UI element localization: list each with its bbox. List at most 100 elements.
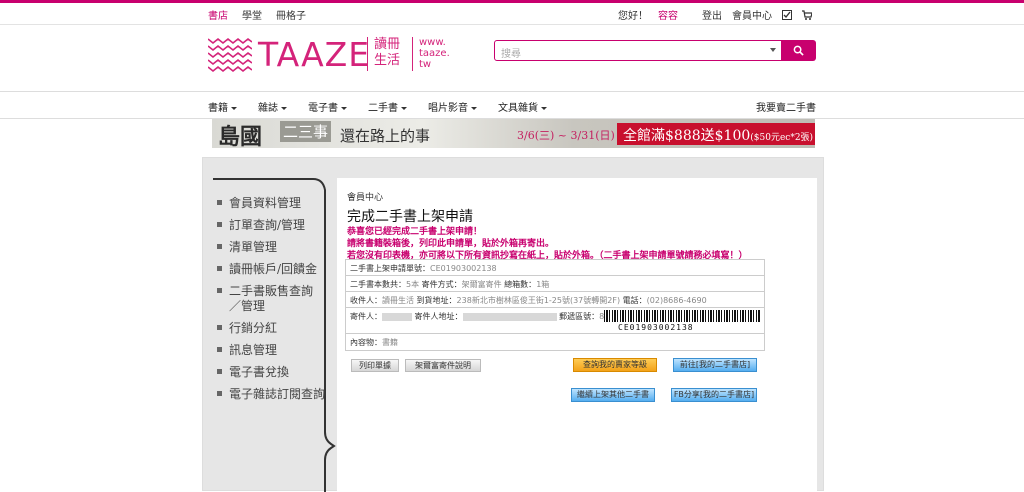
delivery-address-value: 238新北市樹林區俊王街1-25號(37號轉開2F): [456, 296, 621, 305]
username-link[interactable]: 容容: [658, 7, 678, 22]
search-button[interactable]: [782, 40, 816, 61]
search-dropdown-caret-icon[interactable]: [770, 48, 776, 52]
book-count-value: 5本: [406, 280, 420, 289]
nav-music-video-label: 唱片影音: [428, 103, 468, 114]
chevron-down-icon: [471, 106, 477, 110]
table-row: 收件人：讀冊生活 到貨地址：238新北市樹林區俊王街1-25號(37號轉開2F)…: [346, 292, 764, 308]
logo-chinese-line2: 生活: [374, 53, 401, 68]
sender-redacted: [382, 312, 412, 321]
greeting: 您好！: [618, 11, 648, 22]
recipient-label: 收件人：: [350, 296, 382, 305]
banner-subtitle: 二三事: [280, 121, 332, 142]
shipping-method-label: 寄件方式：: [419, 280, 462, 289]
top-bar-links: 書店 學堂 冊格子: [208, 7, 306, 22]
logout-link[interactable]: 登出: [702, 7, 722, 22]
book-count-label: 二手書本數共：: [350, 280, 406, 289]
contents-value: 書籍: [382, 338, 398, 347]
top-bar-user: 您好！ 容容 登出 會員中心: [618, 7, 812, 22]
member-center-link[interactable]: 會員中心: [732, 7, 772, 22]
page-title: 完成二手書上架申請: [347, 209, 473, 225]
logo-chinese: 讀冊 生活: [374, 37, 400, 69]
member-sidebar: 會員資料管理 訂單查詢/管理 清單管理 讀冊帳戶/回饋金 二手書販售查詢／管理 …: [213, 178, 337, 492]
sender-address-redacted: [462, 312, 557, 321]
phone-label: 電話：: [620, 296, 647, 305]
cart-icon[interactable]: [802, 9, 812, 20]
table-row: 寄件人： 寄件人地址： 郵遞區號：802 CE01903002138: [346, 308, 764, 334]
checklist-icon[interactable]: [782, 9, 792, 20]
fb-share-shop-button[interactable]: FB分享[我的二手書店]: [671, 388, 757, 402]
nav-magazines[interactable]: 雜誌: [258, 99, 287, 114]
nav-used-books[interactable]: 二手書: [368, 99, 407, 114]
banner-promo: 全館滿$888送$100($50元ec*2張): [617, 123, 815, 145]
table-row: 二手書上架申請單號：CE01903002138: [346, 260, 764, 276]
search-icon: [793, 45, 804, 56]
banner-title: 島國: [218, 124, 263, 148]
sidebar-item-affiliate[interactable]: 行銷分紅: [213, 321, 337, 336]
content-area: 會員中心 完成二手書上架申請 恭喜您已經完成二手書上架申請！ 請將書籍裝箱後，列…: [337, 178, 817, 492]
link-grid[interactable]: 冊格子: [276, 7, 306, 22]
continue-listing-button[interactable]: 繼續上架其他二手書: [571, 388, 655, 402]
chevron-down-icon: [401, 106, 407, 110]
link-academy[interactable]: 學堂: [242, 7, 262, 22]
box-count-value: 1箱: [536, 280, 550, 289]
sender-label: 寄件人：: [350, 312, 382, 321]
nav-magazines-label: 雜誌: [258, 103, 278, 114]
sidebar-item-messages[interactable]: 訊息管理: [213, 343, 337, 358]
nav-ebooks-label: 電子書: [308, 103, 338, 114]
chevron-down-icon: [281, 106, 287, 110]
barcode-image: [604, 310, 760, 322]
sidebar-item-orders[interactable]: 訂單查詢/管理: [213, 218, 337, 233]
logo-divider: [367, 37, 368, 71]
sidebar-item-member-profile[interactable]: 會員資料管理: [213, 196, 337, 211]
delivery-address-label: 到貨地址：: [414, 296, 457, 305]
go-to-my-shop-button[interactable]: 前往[我的二手書店]: [673, 358, 757, 372]
logo-divider-2: [412, 37, 413, 71]
logo-url-line3: tw: [419, 59, 432, 70]
breadcrumb[interactable]: 會員中心: [347, 190, 383, 203]
link-bookstore[interactable]: 書店: [208, 7, 228, 22]
phone-value: (02)8686-4690: [646, 296, 707, 305]
chevron-down-icon: [541, 106, 547, 110]
nav-books[interactable]: 書籍: [208, 99, 237, 114]
chevron-down-icon: [341, 106, 347, 110]
logo-chinese-line1: 讀冊: [374, 37, 401, 52]
logo-wordmark[interactable]: TAAZE: [258, 35, 370, 74]
nav-stationery-label: 文具雜貨: [498, 103, 538, 114]
nav-used-books-label: 二手書: [368, 103, 398, 114]
application-number-value: CE01903002138: [430, 264, 497, 273]
shipping-howto-button[interactable]: 架爾富寄件說明: [405, 359, 481, 372]
sender-address-label: 寄件人地址：: [414, 312, 463, 321]
search-placeholder: 搜尋: [501, 49, 521, 60]
top-bar: 書店 學堂 冊格子 您好！ 容容 登出 會員中心: [0, 3, 1024, 25]
sidebar-item-emagazine-subs[interactable]: 電子雜誌訂閱查詢: [213, 387, 337, 402]
print-slip-button[interactable]: 列印單據: [351, 359, 399, 372]
sidebar-item-used-book-sales[interactable]: 二手書販售查詢／管理: [213, 284, 313, 314]
shipping-slip-table: 二手書上架申請單號：CE01903002138 二手書本數共：5本 寄件方式：架…: [345, 259, 765, 351]
shipping-method-value: 架爾富寄件: [461, 280, 502, 289]
search-input[interactable]: 搜尋: [494, 40, 782, 61]
nav-ebooks[interactable]: 電子書: [308, 99, 347, 114]
table-row: 二手書本數共：5本 寄件方式：架爾富寄件 總箱數：1箱: [346, 276, 764, 292]
member-center-panel: 會員資料管理 訂單查詢/管理 清單管理 讀冊帳戶/回饋金 二手書販售查詢／管理 …: [202, 157, 824, 492]
nav-stationery[interactable]: 文具雜貨: [498, 99, 547, 114]
nav-books-label: 書籍: [208, 103, 228, 114]
barcode-number: CE01903002138: [618, 323, 694, 332]
site-header: TAAZE 讀冊 生活 www. taaze. tw 搜尋: [0, 25, 1024, 91]
category-nav-items: 書籍 雜誌 電子書 二手書 唱片影音 文具雜貨: [208, 99, 568, 114]
nav-music-video[interactable]: 唱片影音: [428, 99, 477, 114]
sell-used-books-link[interactable]: 我要賣二手書: [756, 99, 816, 114]
application-number-label: 二手書上架申請單號：: [350, 264, 430, 273]
logo-url-line2: taaze.: [419, 48, 450, 59]
sidebar-item-lists[interactable]: 清單管理: [213, 240, 337, 255]
recipient-value: 讀冊生活: [382, 296, 414, 305]
contents-label: 內容物：: [350, 338, 382, 347]
banner-promo-small: ($50元ec*2張): [750, 133, 814, 143]
sidebar-item-account-rewards[interactable]: 讀冊帳戶/回饋金: [213, 262, 337, 277]
check-seller-level-button[interactable]: 查詢我的賣家等級: [573, 358, 657, 372]
sidebar-item-ebook-redeem[interactable]: 電子書兌換: [213, 365, 337, 380]
chevron-down-icon: [231, 106, 237, 110]
promo-banner[interactable]: 島國 二三事 還在路上的事 3/6(三) ~ 3/31(日) 全館滿$888送$…: [212, 119, 815, 148]
taaze-logo-zigzag-icon[interactable]: [208, 36, 252, 74]
banner-dates: 3/6(三) ~ 3/31(日): [517, 129, 615, 142]
table-row: 內容物：書籍: [346, 334, 764, 350]
